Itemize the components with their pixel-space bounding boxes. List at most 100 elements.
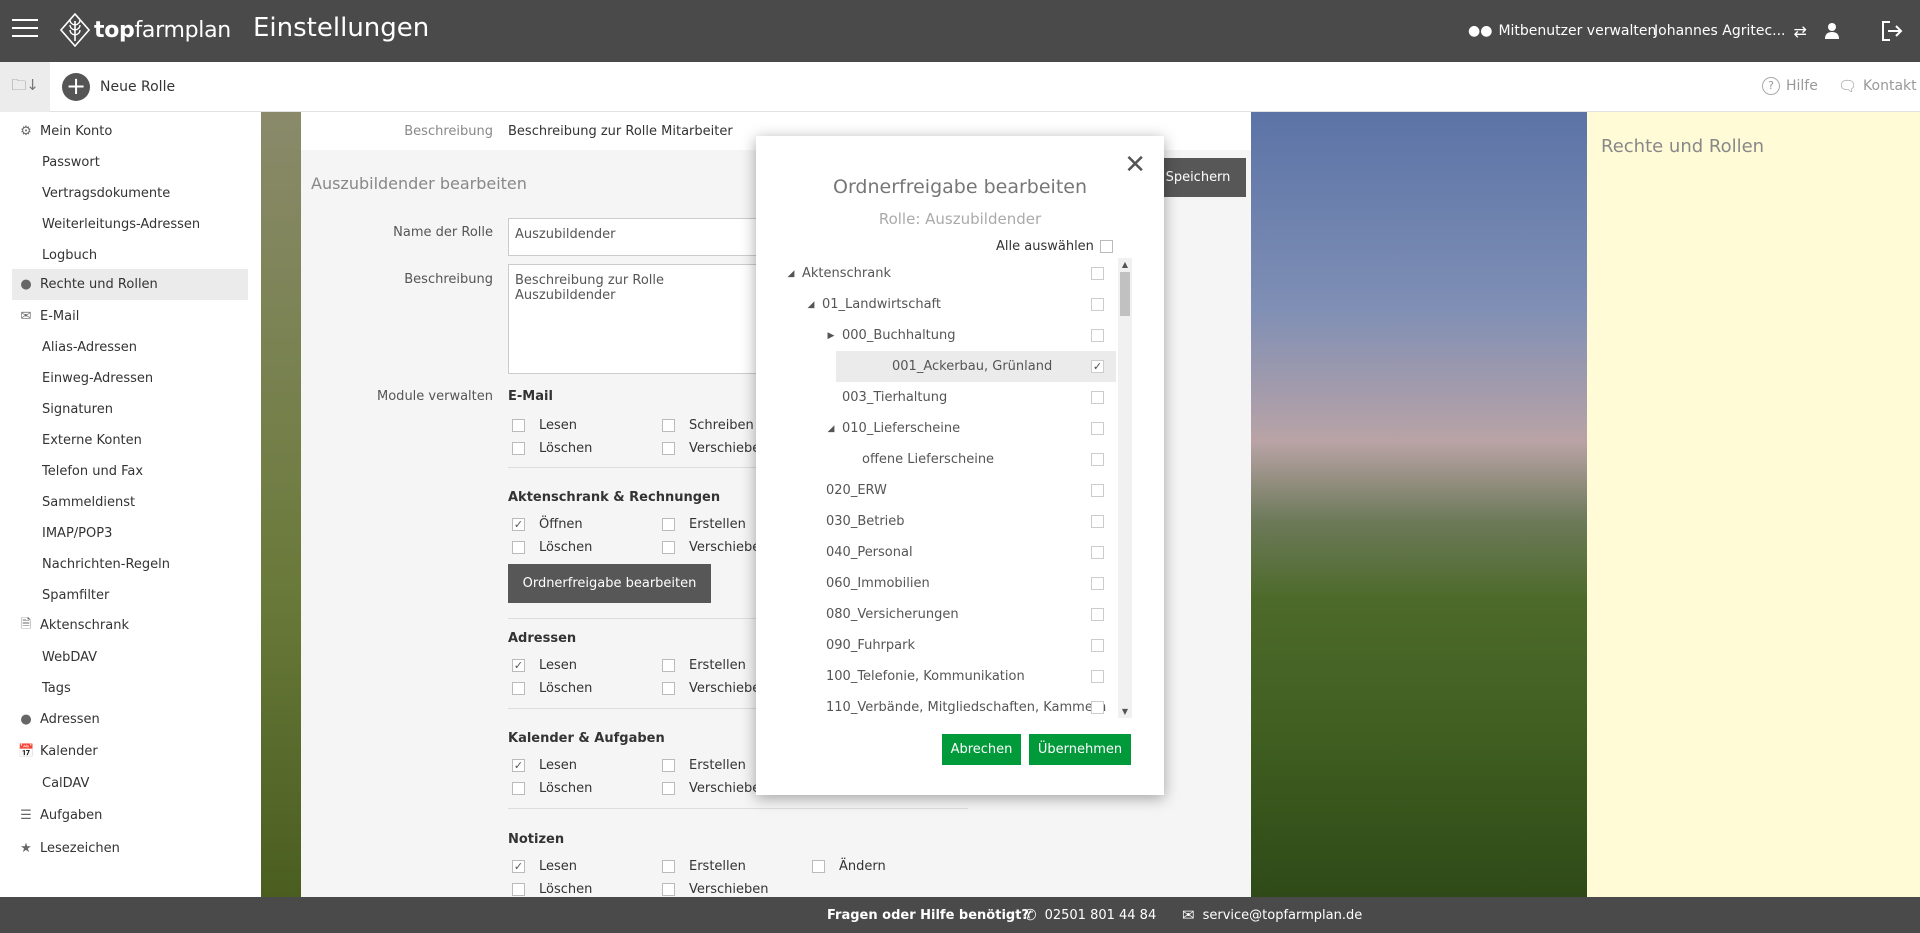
sidebar-item-alias[interactable]: Alias-Adressen <box>12 332 248 363</box>
sidebar-item-tags[interactable]: Tags <box>12 673 248 704</box>
tree-checkbox[interactable] <box>1091 453 1104 466</box>
folder-download-icon[interactable]: 🗀↓ <box>0 62 50 112</box>
tree-node[interactable]: ◢ Aktenschrank <box>786 258 1116 289</box>
tree-node-selected[interactable]: 001_Ackerbau, Grünland ✓ <box>836 351 1116 382</box>
tree-checkbox[interactable] <box>1091 391 1104 404</box>
divider <box>508 808 968 809</box>
scroll-up-icon[interactable]: ▲ <box>1120 260 1130 269</box>
email-loeschen-checkbox[interactable]: Löschen <box>512 441 592 456</box>
tree-node[interactable]: 030_Betrieb <box>786 506 1116 537</box>
tree-checkbox[interactable]: ✓ <box>1091 360 1104 373</box>
tree-node[interactable]: 090_Fuhrpark <box>786 630 1116 661</box>
sidebar-item-telefon[interactable]: Telefon und Fax <box>12 456 248 487</box>
tree-checkbox[interactable] <box>1091 484 1104 497</box>
tree-node[interactable]: ◢ 010_Lieferscheine <box>786 413 1116 444</box>
scroll-down-icon[interactable]: ▼ <box>1120 707 1130 716</box>
sidebar-item-lesezeichen[interactable]: ★ Lesezeichen <box>12 833 248 864</box>
adressen-lesen-checkbox[interactable]: ✓ Lesen <box>512 658 577 673</box>
adressen-verschieben-checkbox[interactable]: Verschiebe <box>662 681 760 696</box>
sidebar-item-webdav[interactable]: WebDAV <box>12 642 248 673</box>
tree-checkbox[interactable] <box>1091 329 1104 342</box>
kalender-erstellen-checkbox[interactable]: Erstellen <box>662 758 746 773</box>
sidebar-item-caldav[interactable]: CalDAV <box>12 768 248 799</box>
sidebar-item-spam[interactable]: Spamfilter <box>12 580 248 611</box>
email-schreiben-checkbox[interactable]: Schreiben <box>662 418 754 433</box>
cancel-button[interactable]: Abrechen <box>942 734 1021 765</box>
sidebar-item-akten[interactable]: 🗎 Aktenschrank <box>12 610 248 641</box>
notizen-erstellen-checkbox[interactable]: Erstellen <box>662 859 746 874</box>
tree-node[interactable]: ◢ 01_Landwirtschaft <box>786 289 1116 320</box>
sidebar-item-mein-konto[interactable]: ⚙ Mein Konto <box>12 116 248 147</box>
notizen-verschieben-checkbox[interactable]: Verschieben <box>662 882 769 897</box>
hamburger-menu-icon[interactable] <box>12 19 38 39</box>
sidebar-item-aufgaben[interactable]: ☰ Aufgaben <box>12 800 248 831</box>
footer-email[interactable]: ✉ service@topfarmplan.de <box>1182 897 1362 933</box>
sidebar-item-logbuch[interactable]: Logbuch <box>12 240 248 271</box>
logo[interactable]: topfarmplan <box>60 12 231 48</box>
adressen-loeschen-checkbox[interactable]: Löschen <box>512 681 592 696</box>
mitbenutzer-link[interactable]: ●● Mitbenutzer verwalten <box>1468 0 1656 62</box>
sidebar-item-rechte[interactable]: ● Rechte und Rollen <box>12 269 248 300</box>
new-role-button[interactable]: + Neue Rolle <box>62 73 175 101</box>
sidebar-item-einweg[interactable]: Einweg-Adressen <box>12 363 248 394</box>
sidebar-item-vertrag[interactable]: Vertragsdokumente <box>12 178 248 209</box>
help-link[interactable]: ? Hilfe <box>1762 77 1818 95</box>
role-name-input[interactable]: Auszubildender <box>508 218 768 256</box>
email-lesen-checkbox[interactable]: Lesen <box>512 418 577 433</box>
sidebar-item-kalender[interactable]: 📅 Kalender <box>12 736 248 767</box>
tree-node[interactable]: 040_Personal <box>786 537 1116 568</box>
sidebar-item-adressen[interactable]: ● Adressen <box>12 704 248 735</box>
tree-node[interactable]: 003_Tierhaltung <box>786 382 1116 413</box>
role-description-textarea[interactable]: Beschreibung zur Rolle Auszubildender <box>508 264 768 374</box>
close-icon[interactable]: ✕ <box>1124 152 1146 178</box>
tree-node[interactable]: 020_ERW <box>786 475 1116 506</box>
akten-loeschen-checkbox[interactable]: Löschen <box>512 540 592 555</box>
akten-verschieben-checkbox[interactable]: Verschiebe <box>662 540 760 555</box>
akten-erstellen-checkbox[interactable]: Erstellen <box>662 517 746 532</box>
tree-checkbox[interactable] <box>1091 577 1104 590</box>
contact-link[interactable]: 🗨 Kontakt <box>1838 77 1917 95</box>
sidebar-item-imap[interactable]: IMAP/POP3 <box>12 518 248 549</box>
tree-checkbox[interactable] <box>1091 701 1104 714</box>
apply-button[interactable]: Übernehmen <box>1029 734 1131 765</box>
select-all-checkbox[interactable]: Alle auswählen <box>996 239 1113 254</box>
tree-checkbox[interactable] <box>1091 670 1104 683</box>
tree-checkbox[interactable] <box>1091 298 1104 311</box>
sidebar-item-email[interactable]: ✉ E-Mail <box>12 301 248 332</box>
sidebar-item-externe[interactable]: Externe Konten <box>12 425 248 456</box>
footer-phone[interactable]: ✆ 02501 801 44 84 <box>1024 897 1156 933</box>
tree-node[interactable]: offene Lieferscheine <box>786 444 1116 475</box>
sidebar-item-regeln[interactable]: Nachrichten-Regeln <box>12 549 248 580</box>
tree-checkbox[interactable] <box>1091 267 1104 280</box>
logout-icon[interactable] <box>1880 0 1904 62</box>
tree-node[interactable]: 110_Verbände, Mitgliedschaften, Kammern <box>786 692 1116 718</box>
sidebar-item-signaturen[interactable]: Signaturen <box>12 394 248 425</box>
email-verschieben-checkbox[interactable]: Verschiebe <box>662 441 760 456</box>
adressen-erstellen-checkbox[interactable]: Erstellen <box>662 658 746 673</box>
tree-scrollbar[interactable]: ▲ ▼ <box>1118 258 1132 718</box>
phone-icon: ✆ <box>1024 906 1037 924</box>
sidebar-item-sammel[interactable]: Sammeldienst <box>12 487 248 518</box>
tree-node[interactable]: 080_Versicherungen <box>786 599 1116 630</box>
sidebar-item-weiterleitung[interactable]: Weiterleitungs-Adressen <box>12 209 248 240</box>
notizen-lesen-checkbox[interactable]: ✓ Lesen <box>512 859 577 874</box>
notizen-aendern-checkbox[interactable]: Ändern <box>812 859 886 874</box>
profile-icon[interactable] <box>1824 0 1840 62</box>
kalender-lesen-checkbox[interactable]: ✓ Lesen <box>512 758 577 773</box>
tree-node[interactable]: 100_Telefonie, Kommunikation <box>786 661 1116 692</box>
ordnerfreigabe-button[interactable]: Ordnerfreigabe bearbeiten <box>508 564 711 603</box>
tree-checkbox[interactable] <box>1091 608 1104 621</box>
tree-checkbox[interactable] <box>1091 639 1104 652</box>
tree-checkbox[interactable] <box>1091 422 1104 435</box>
user-switch[interactable]: Johannes Agritec... ⇄ <box>1654 0 1807 62</box>
save-button[interactable]: Speichern <box>1150 158 1246 197</box>
notizen-loeschen-checkbox[interactable]: Löschen <box>512 882 592 897</box>
scroll-thumb[interactable] <box>1120 272 1130 316</box>
tree-checkbox[interactable] <box>1091 546 1104 559</box>
akten-oeffnen-checkbox[interactable]: ✓ Öffnen <box>512 517 583 532</box>
tree-node[interactable]: ▶ 000_Buchhaltung <box>786 320 1116 351</box>
tree-node[interactable]: 060_Immobilien <box>786 568 1116 599</box>
sidebar-item-passwort[interactable]: Passwort <box>12 147 248 178</box>
tree-checkbox[interactable] <box>1091 515 1104 528</box>
kalender-loeschen-checkbox[interactable]: Löschen <box>512 781 592 796</box>
